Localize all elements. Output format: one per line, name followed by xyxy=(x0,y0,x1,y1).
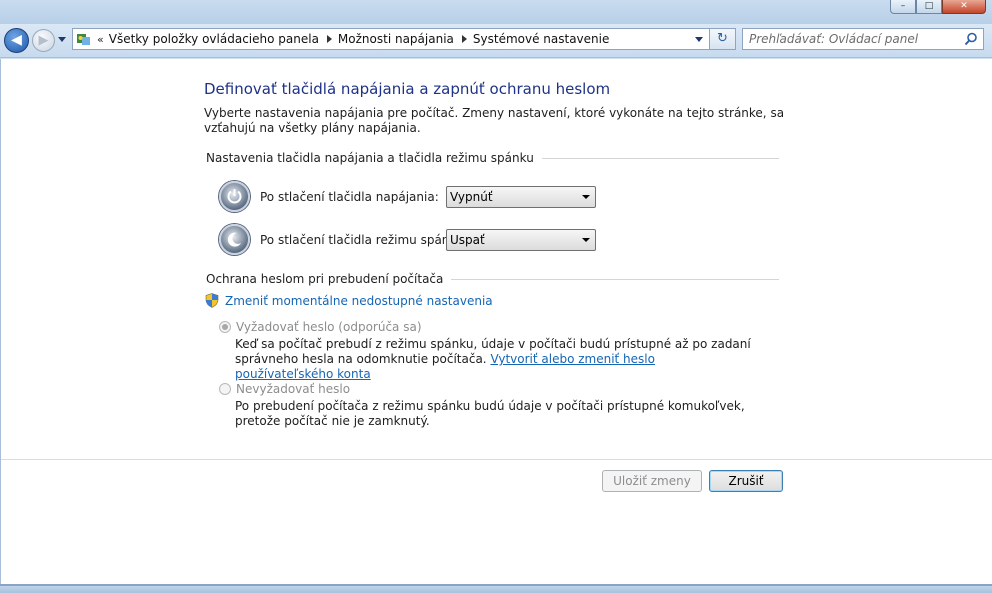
save-button[interactable]: Uložiť zmeny xyxy=(602,470,702,492)
recent-pages-dropdown-icon[interactable] xyxy=(58,37,66,42)
breadcrumb-overflow-icon[interactable]: « xyxy=(97,33,104,46)
address-dropdown-icon[interactable] xyxy=(695,37,703,42)
navigation-bar: ◀ ▶ « Všetky položky ovládacieho panela … xyxy=(0,24,992,58)
control-panel-icon xyxy=(77,34,90,45)
no-password-radio[interactable] xyxy=(219,383,231,395)
breadcrumb-arrow-icon[interactable] xyxy=(326,35,332,43)
power-icon xyxy=(219,181,250,212)
moon-icon xyxy=(219,224,250,255)
chevron-down-icon xyxy=(582,237,590,242)
change-settings-link[interactable]: Zmeniť momentálne nedostupné nastavenia xyxy=(205,293,493,308)
shield-icon xyxy=(205,293,219,308)
search-box[interactable] xyxy=(742,28,984,50)
power-button-value: Vypnúť xyxy=(450,189,493,204)
no-password-desc: Po prebudení počítača z režimu spánku bu… xyxy=(235,399,745,428)
sleep-button-row: Po stlačení tlačidla režimu spánku: Uspa… xyxy=(219,224,596,255)
section-header-buttons: Nastavenia tlačidla napájania a tlačidla… xyxy=(206,151,779,165)
power-button-row: Po stlačení tlačidla napájania: Vypnúť xyxy=(219,181,596,212)
breadcrumb-system-settings[interactable]: Systémové nastavenie xyxy=(473,32,609,46)
sleep-button-label: Po stlačení tlačidla režimu spánku: xyxy=(260,232,468,247)
chevron-down-icon xyxy=(582,194,590,199)
maximize-button[interactable]: □ xyxy=(916,0,942,14)
no-password-label: Nevyžadovať heslo xyxy=(236,382,351,396)
section-divider xyxy=(451,278,779,280)
refresh-button[interactable]: ↻ xyxy=(710,28,736,50)
address-bar[interactable]: « Všetky položky ovládacieho panela Možn… xyxy=(72,28,710,50)
back-button[interactable]: ◀ xyxy=(4,28,29,53)
sleep-button-select[interactable]: Uspať xyxy=(446,228,596,251)
require-password-desc: Keď sa počítač prebudí z režimu spánku, … xyxy=(235,337,755,382)
require-password-radio[interactable] xyxy=(219,321,231,333)
require-password-label: Vyžadovať heslo (odporúča sa) xyxy=(236,320,422,334)
window-bottom-frame xyxy=(0,584,992,593)
section-title: Nastavenia tlačidla napájania a tlačidla… xyxy=(206,151,534,165)
forward-button[interactable]: ▶ xyxy=(32,29,55,52)
search-input[interactable] xyxy=(743,29,953,49)
search-icon[interactable] xyxy=(964,32,978,46)
sleep-button-value: Uspať xyxy=(450,232,485,247)
section-divider xyxy=(541,157,779,159)
power-button-label: Po stlačení tlačidla napájania: xyxy=(260,189,439,204)
change-settings-text[interactable]: Zmeniť momentálne nedostupné nastavenia xyxy=(225,294,493,308)
window-controls: – □ ✕ xyxy=(890,0,986,14)
minimize-button[interactable]: – xyxy=(890,0,916,14)
frame-border xyxy=(0,584,992,586)
window-title-bar: – □ ✕ xyxy=(0,0,992,24)
breadcrumb-all-items[interactable]: Všetky položky ovládacieho panela xyxy=(109,32,319,46)
no-password-option: Nevyžadovať heslo Po prebudení počítača … xyxy=(219,382,755,429)
page-title: Definovať tlačidlá napájania a zapnúť oc… xyxy=(204,80,611,98)
footer-divider xyxy=(1,459,992,460)
breadcrumb-arrow-icon[interactable] xyxy=(461,35,467,43)
section-header-password: Ochrana heslom pri prebudení počítača xyxy=(206,272,779,286)
cancel-button[interactable]: Zrušiť xyxy=(709,470,783,492)
close-button[interactable]: ✕ xyxy=(942,0,986,14)
content-area: Definovať tlačidlá napájania a zapnúť oc… xyxy=(0,59,992,584)
section-title: Ochrana heslom pri prebudení počítača xyxy=(206,272,444,286)
require-password-option: Vyžadovať heslo (odporúča sa) Keď sa poč… xyxy=(219,320,755,382)
breadcrumb-power-options[interactable]: Možnosti napájania xyxy=(338,32,454,46)
intro-text: Vyberte nastavenia napájania pre počítač… xyxy=(204,106,785,135)
power-button-select[interactable]: Vypnúť xyxy=(446,185,596,208)
